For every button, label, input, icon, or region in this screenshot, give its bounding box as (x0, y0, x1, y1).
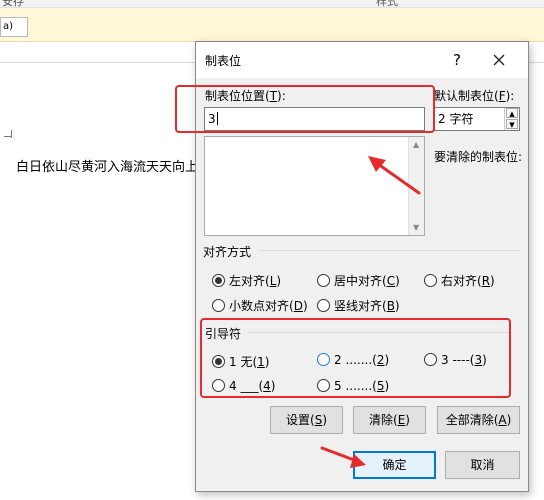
tabs-to-clear-label: 要清除的制表位: (434, 150, 523, 164)
default-tab-label: 默认制表位(F): (434, 89, 515, 103)
ribbon-fragment-left: 安存 (2, 0, 24, 8)
document-text[interactable]: 白日依山尽黄河入海流天天向上 (16, 156, 196, 175)
radio-checked-icon (212, 274, 225, 287)
radio-icon (424, 274, 437, 287)
annotation-arrow-ok-icon (320, 446, 366, 468)
spin-down-icon[interactable]: ▼ (506, 119, 518, 129)
dialog-title: 制表位 (205, 54, 242, 68)
highlight-leader-box (200, 318, 511, 398)
clear-all-button[interactable]: 全部清除(A) (437, 406, 520, 434)
ribbon-fragment-right: 样式 (376, 0, 398, 8)
ribbon-strip: 安存 样式 (0, 0, 544, 8)
help-button[interactable]: ? (446, 49, 468, 71)
margin-corner-mark-vertical (11, 130, 12, 138)
spin-up-icon[interactable]: ▲ (506, 108, 518, 118)
message-bar: a) (0, 8, 544, 42)
message-bar-button[interactable]: a) (0, 17, 28, 37)
align-right-radio[interactable]: 右对齐(R) (424, 272, 495, 289)
cancel-button[interactable]: 取消 (445, 451, 520, 479)
align-decimal-radio[interactable]: 小数点对齐(D) (212, 297, 308, 314)
alignment-group-title: 对齐方式 (203, 245, 252, 259)
scroll-down-icon[interactable]: ▼ (413, 223, 419, 232)
alignment-divider (258, 250, 520, 251)
close-icon (493, 54, 505, 66)
document-margin-line (0, 62, 200, 63)
default-tab-spinner[interactable]: 2 字符 ▲ ▼ (434, 107, 520, 131)
close-button[interactable] (486, 47, 512, 73)
align-center-radio[interactable]: 居中对齐(C) (317, 272, 400, 289)
align-left-radio[interactable]: 左对齐(L) (212, 272, 281, 289)
align-bar-radio[interactable]: 竖线对齐(B) (317, 297, 400, 314)
clear-button[interactable]: 清除(E) (353, 406, 426, 434)
radio-icon (317, 299, 330, 312)
annotation-arrow-icon (368, 156, 421, 195)
dialog-titlebar: 制表位 ? (196, 42, 528, 78)
scroll-up-icon[interactable]: ▲ (413, 140, 419, 149)
set-button[interactable]: 设置(S) (270, 406, 343, 434)
radio-icon (212, 299, 225, 312)
radio-icon (317, 274, 330, 287)
highlight-tab-position-box (175, 85, 435, 133)
